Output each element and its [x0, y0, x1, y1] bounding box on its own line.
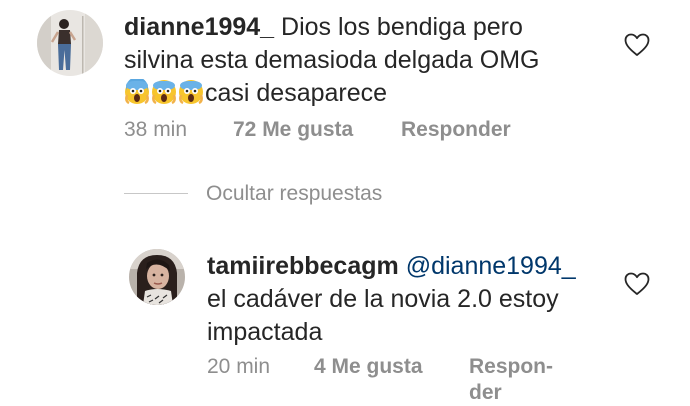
reply-button-line1[interactable]: Respon- — [469, 355, 553, 379]
comment-likes[interactable]: 72 Me gusta — [233, 118, 353, 142]
like-heart-icon[interactable] — [624, 33, 650, 57]
comment-text-line2: silvina esta demasioda delgada OMG — [124, 46, 540, 74]
comment-text-line1: Dios los bendiga pero — [281, 13, 523, 41]
comment-text-line3: casi desaparece — [205, 79, 388, 107]
reply-username[interactable]: tamiirebbecagm — [207, 252, 399, 280]
reply-likes[interactable]: 4 Me gusta — [314, 355, 423, 379]
reply-text-line1: el cadáver de la novia 2.0 estoy — [207, 285, 559, 313]
like-heart-icon[interactable] — [624, 272, 650, 296]
comment-body: dianne1994_ Dios los bendiga pero silvin… — [124, 11, 594, 110]
comment-username[interactable]: dianne1994_ — [124, 13, 274, 41]
reply-text-line2: impactada — [207, 318, 323, 346]
reply-button[interactable]: Responder — [401, 118, 511, 142]
face-screaming-in-fear-icon — [151, 79, 177, 105]
divider — [124, 193, 188, 194]
reply-button-line2[interactable]: der — [469, 381, 502, 405]
comment-time: 38 min — [124, 118, 188, 141]
avatar[interactable] — [37, 10, 103, 76]
reply-meta: 20 min 4 Me gusta Respon- der — [0, 355, 690, 405]
reply-mention[interactable]: @dianne1994_ — [406, 252, 576, 280]
reply-time: 20 min — [207, 355, 271, 378]
face-screaming-in-fear-icon — [124, 79, 150, 105]
face-screaming-in-fear-icon — [178, 79, 204, 105]
hide-replies-button[interactable]: Ocultar respuestas — [206, 182, 382, 206]
reply-body: tamiirebbecagm @dianne1994_ el cadáver d… — [207, 250, 607, 349]
comment-meta: 38 min 72 Me gusta Responder — [0, 118, 690, 146]
avatar[interactable] — [129, 249, 185, 305]
